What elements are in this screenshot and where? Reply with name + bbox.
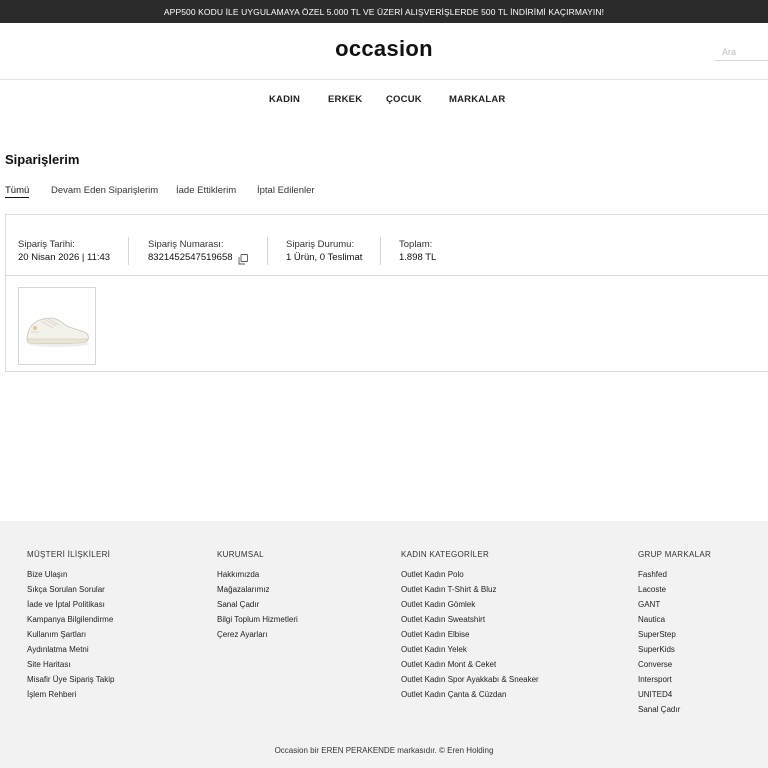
footer-link[interactable]: Outlet Kadın Yelek <box>401 645 539 660</box>
footer-col-corporate: KURUMSAL Hakkımızda Mağazalarımız Sanal … <box>217 550 298 645</box>
footer-link[interactable]: Mağazalarımız <box>217 585 298 600</box>
footer-link[interactable]: Outlet Kadın Elbise <box>401 630 539 645</box>
footer-link[interactable]: Sanal Çadır <box>217 600 298 615</box>
product-thumbnail[interactable] <box>18 287 96 365</box>
footer-link[interactable]: Outlet Kadın Spor Ayakkabı & Sneaker <box>401 675 539 690</box>
tab-returned[interactable]: İade Ettiklerim <box>176 185 236 196</box>
order-number: Sipariş Numarası: 8321452547519658 <box>148 238 233 264</box>
order-total-value: 1.898 TL <box>399 252 437 263</box>
main-nav: KADIN ERKEK ÇOCUK MARKALAR <box>0 80 768 120</box>
footer-link[interactable]: Misafir Üye Sipariş Takip <box>27 675 114 690</box>
footer-link[interactable]: Outlet Kadın Polo <box>401 570 539 585</box>
order-status: Sipariş Durumu: 1 Ürün, 0 Teslimat <box>286 238 362 264</box>
footer-link[interactable]: Sanal Çadır <box>638 705 711 720</box>
footer-link[interactable]: Sıkça Sorulan Sorular <box>27 585 114 600</box>
copy-icon[interactable] <box>238 252 248 265</box>
footer-col-title: KURUMSAL <box>217 550 264 559</box>
order-status-label: Sipariş Durumu: <box>286 239 355 250</box>
footer-link[interactable]: Outlet Kadın Mont & Ceket <box>401 660 539 675</box>
footer-link[interactable]: UNITED4 <box>638 690 711 705</box>
divider <box>128 237 129 265</box>
footer-link[interactable]: GANT <box>638 600 711 615</box>
site-logo[interactable]: occasion <box>0 36 768 62</box>
footer-link[interactable]: Site Haritası <box>27 660 114 675</box>
footer-link[interactable]: SuperStep <box>638 630 711 645</box>
footer-col-title: MÜŞTERİ İLİŞKİLERİ <box>27 550 111 559</box>
footer-link[interactable]: Lacoste <box>638 585 711 600</box>
order-summary: Sipariş Tarihi: 20 Nisan 2026 | 11:43 Si… <box>6 215 768 276</box>
footer-col-title: GRUP MARKALAR <box>638 550 712 559</box>
footer-link[interactable]: Bize Ulaşın <box>27 570 114 585</box>
footer-link[interactable]: Fashfed <box>638 570 711 585</box>
footer-link[interactable]: Intersport <box>638 675 711 690</box>
footer-link[interactable]: Hakkımızda <box>217 570 298 585</box>
footer-col-title: KADIN KATEGORİLER <box>401 550 490 559</box>
footer-link[interactable]: Outlet Kadın T-Shirt & Bluz <box>401 585 539 600</box>
footer-link[interactable]: İade ve İptal Politikası <box>27 600 114 615</box>
footer-link[interactable]: Bilgi Toplum Hizmetleri <box>217 615 298 630</box>
footer-link[interactable]: Aydınlatma Metni <box>27 645 114 660</box>
search-input[interactable] <box>714 43 768 61</box>
footer-link[interactable]: Converse <box>638 660 711 675</box>
copyright-text: Occasion bir EREN PERAKENDE markasıdır. … <box>274 746 494 755</box>
footer-col-women-categories: KADIN KATEGORİLER Outlet Kadın Polo Outl… <box>401 550 539 705</box>
promo-text: APP500 KODU İLE UYGULAMAYA ÖZEL 5.000 TL… <box>163 6 605 17</box>
footer-link[interactable]: Kullanım Şartları <box>27 630 114 645</box>
nav-item-markalar[interactable]: MARKALAR <box>449 94 505 105</box>
order-total-label: Toplam: <box>399 239 433 250</box>
site-header: occasion <box>0 23 768 80</box>
footer-link[interactable]: İşlem Rehberi <box>27 690 114 705</box>
footer-link[interactable]: Outlet Kadın Çanta & Cüzdan <box>401 690 539 705</box>
footer-link[interactable]: Outlet Kadın Sweatshirt <box>401 615 539 630</box>
footer-col-customer: MÜŞTERİ İLİŞKİLERİ Bize Ulaşın Sıkça Sor… <box>27 550 114 705</box>
tab-cancelled[interactable]: İptal Edilenler <box>257 185 315 196</box>
order-status-value: 1 Ürün, 0 Teslimat <box>286 252 363 263</box>
order-date-label: Sipariş Tarihi: <box>18 239 75 250</box>
order-number-label: Sipariş Numarası: <box>148 239 224 250</box>
site-footer: MÜŞTERİ İLİŞKİLERİ Bize Ulaşın Sıkça Sor… <box>0 521 768 768</box>
sneaker-image <box>19 288 95 364</box>
tab-ongoing[interactable]: Devam Eden Siparişlerim <box>51 185 158 196</box>
footer-link[interactable]: Çerez Ayarları <box>217 630 298 645</box>
footer-link[interactable]: Kampanya Bilgilendirme <box>27 615 114 630</box>
divider <box>380 237 381 265</box>
page-title: Siparişlerim <box>5 152 80 167</box>
footer-col-group-brands: GRUP MARKALAR Fashfed Lacoste GANT Nauti… <box>638 550 711 720</box>
nav-item-kadin[interactable]: KADIN <box>269 94 300 105</box>
tab-all[interactable]: Tümü <box>5 185 30 198</box>
order-total: Toplam: 1.898 TL <box>399 238 436 264</box>
promo-banner: APP500 KODU İLE UYGULAMAYA ÖZEL 5.000 TL… <box>0 0 768 23</box>
footer-link[interactable]: SuperKids <box>638 645 711 660</box>
nav-item-cocuk[interactable]: ÇOCUK <box>386 94 422 105</box>
order-number-value: 8321452547519658 <box>148 252 233 263</box>
order-card: Sipariş Tarihi: 20 Nisan 2026 | 11:43 Si… <box>5 214 768 372</box>
order-date-value: 20 Nisan 2026 | 11:43 <box>18 252 111 263</box>
footer-link[interactable]: Outlet Kadın Gömlek <box>401 600 539 615</box>
order-date: Sipariş Tarihi: 20 Nisan 2026 | 11:43 <box>18 238 110 264</box>
footer-link[interactable]: Nautica <box>638 615 711 630</box>
nav-item-erkek[interactable]: ERKEK <box>328 94 362 105</box>
divider <box>267 237 268 265</box>
